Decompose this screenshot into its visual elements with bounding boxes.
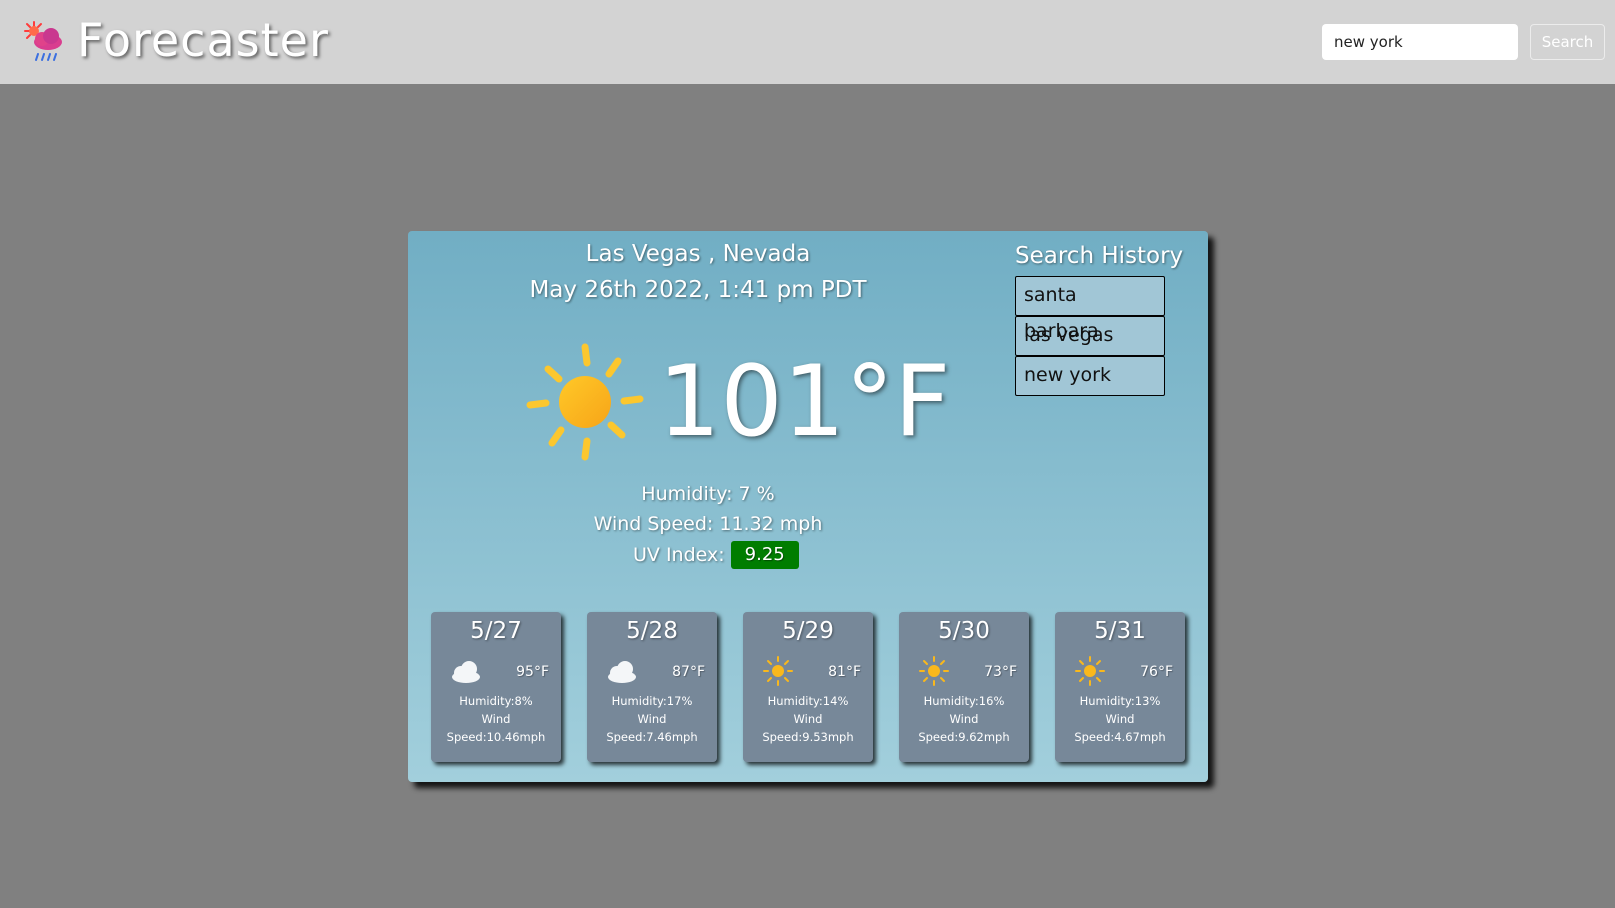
forecast-temp: 81°F [828, 664, 861, 680]
search-input[interactable] [1322, 24, 1518, 60]
cloud-icon [452, 661, 480, 683]
history-item-santa-barbara[interactable]: santa barbara [1015, 276, 1165, 342]
five-day-forecast: 5/27 95°F Humidity:8% Wind Speed:10.46mp… [431, 612, 1191, 762]
uv-badge: 9.25 [730, 541, 799, 569]
forecast-date: 5/29 [782, 618, 834, 644]
forecast-details: Humidity:17% Wind Speed:7.46mph [587, 692, 717, 746]
sun-icon [763, 656, 793, 686]
forecast-date: 5/30 [938, 618, 990, 644]
forecast-wind-label: Wind [949, 712, 979, 726]
forecast-wind-speed: Speed:10.46mph [446, 730, 546, 744]
forecast-temp: 76°F [1140, 664, 1173, 680]
history-item-new-york[interactable]: new york [1015, 356, 1165, 396]
current-weather: Las Vegas , Nevada May 26th 2022, 1:41 p… [408, 231, 988, 591]
forecast-humidity: Humidity:17% [611, 694, 693, 708]
forecast-details: Humidity:8% Wind Speed:10.46mph [431, 692, 561, 746]
forecast-date: 5/31 [1094, 618, 1146, 644]
forecast-wind-speed: Speed:9.53mph [762, 730, 854, 744]
forecast-humidity: Humidity:14% [767, 694, 849, 708]
forecast-humidity: Humidity:16% [923, 694, 1005, 708]
forecast-details: Humidity:16% Wind Speed:9.62mph [899, 692, 1029, 746]
cloud-icon [608, 661, 636, 683]
current-temperature: 101°F [658, 345, 951, 459]
forecast-details: Humidity:13% Wind Speed:4.67mph [1055, 692, 1185, 746]
sun-icon [526, 343, 644, 461]
uv-label: UV Index: [633, 544, 725, 566]
uv-index: UV Index: 9.25 [633, 541, 799, 569]
forecast-wind-label: Wind [481, 712, 511, 726]
search-history: Search History santa barbara las vegas n… [1015, 241, 1195, 396]
forecast-card: 5/28 87°F Humidity:17% Wind Speed:7.46mp… [587, 612, 717, 762]
header-bar: Forecaster Search [0, 0, 1615, 84]
search-history-title: Search History [1015, 243, 1184, 269]
forecast-card: 5/29 81°F Humidity:14% Wind Speed:9.53mp… [743, 612, 873, 762]
forecast-card: 5/31 76°F Humidity:13% Wind Speed:4.67mp… [1055, 612, 1185, 762]
forecast-details: Humidity:14% Wind Speed:9.53mph [743, 692, 873, 746]
forecast-date: 5/27 [470, 618, 522, 644]
forecast-temp: 95°F [516, 664, 549, 680]
forecast-humidity: Humidity:13% [1079, 694, 1161, 708]
forecast-humidity: Humidity:8% [459, 694, 533, 708]
forecast-wind-label: Wind [793, 712, 823, 726]
forecast-wind-label: Wind [637, 712, 667, 726]
forecast-wind-speed: Speed:4.67mph [1074, 730, 1166, 744]
current-humidity: Humidity: 7 % [641, 483, 775, 505]
current-wind-speed: Wind Speed: 11.32 mph [593, 513, 823, 535]
forecast-temp: 73°F [984, 664, 1017, 680]
weather-card: Las Vegas , Nevada May 26th 2022, 1:41 p… [408, 231, 1208, 782]
sun-icon [1075, 656, 1105, 686]
history-item-las-vegas[interactable]: las vegas [1015, 316, 1165, 356]
forecast-wind-speed: Speed:9.62mph [918, 730, 1010, 744]
forecast-card: 5/27 95°F Humidity:8% Wind Speed:10.46mp… [431, 612, 561, 762]
forecast-temp: 87°F [672, 664, 705, 680]
forecast-wind-label: Wind [1105, 712, 1135, 726]
sun-icon [919, 656, 949, 686]
cloud-sun-rain-icon [24, 21, 62, 61]
search-button[interactable]: Search [1530, 24, 1605, 60]
forecast-card: 5/30 73°F Humidity:16% Wind Speed:9.62mp… [899, 612, 1029, 762]
forecast-wind-speed: Speed:7.46mph [606, 730, 698, 744]
city-name: Las Vegas , Nevada [585, 241, 811, 267]
app-title: Forecaster [77, 13, 329, 67]
forecast-date: 5/28 [626, 618, 678, 644]
current-datetime: May 26th 2022, 1:41 pm PDT [529, 277, 867, 303]
